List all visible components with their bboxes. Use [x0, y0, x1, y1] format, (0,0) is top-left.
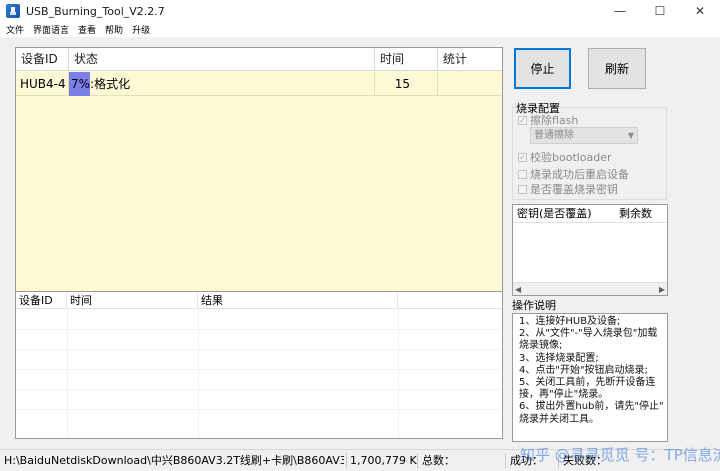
- cell-stats: [438, 72, 503, 96]
- instructions-panel: 操作说明 1、连接好HUB及设备; 2、从"文件"-"导入烧录包"加载 烧录镜像…: [512, 299, 670, 444]
- overwrite-key-label: 是否覆盖烧录密钥: [530, 183, 618, 196]
- status-text: 7%:格式化: [71, 77, 131, 91]
- log-table[interactable]: 设备ID 时间 结果: [15, 291, 503, 439]
- device-table-header: 设备ID 状态 时间 统计: [16, 48, 502, 71]
- key-list-header: 密钥(是否覆盖) 剩余数: [513, 205, 667, 223]
- menu-bar: 文件 界面语言 查看 帮助 升级: [0, 22, 720, 37]
- stop-button[interactable]: 停止: [514, 48, 571, 89]
- header-device-id[interactable]: 设备ID: [16, 48, 69, 71]
- grid-line: [16, 389, 502, 390]
- minimize-button[interactable]: —: [600, 0, 640, 22]
- erase-flash-label: 擦除flash: [530, 114, 579, 127]
- menu-file[interactable]: 文件: [6, 23, 24, 36]
- title-bar: USB_Burning_Tool_V2.2.7 — ☐ ✕: [0, 0, 720, 22]
- scroll-left-icon[interactable]: ◀: [515, 283, 521, 296]
- grid-line: [16, 369, 502, 370]
- checkmark-icon: ✓: [518, 115, 527, 125]
- header-time[interactable]: 时间: [375, 48, 438, 71]
- verify-bootloader-label: 校验bootloader: [530, 151, 612, 164]
- checkbox-box: [518, 169, 527, 179]
- app-icon: [6, 4, 20, 18]
- instruction-line: 烧录并关闭工具。: [519, 413, 599, 425]
- erase-flash-checkbox[interactable]: ✓ 擦除flash: [518, 112, 578, 128]
- chevron-down-icon: ▼: [627, 131, 634, 140]
- instructions-box[interactable]: 1、连接好HUB及设备; 2、从"文件"-"导入烧录包"加载 烧录镜像; 3、选…: [512, 313, 668, 442]
- reboot-label: 烧录成功后重启设备: [530, 168, 629, 181]
- device-table[interactable]: 设备ID 状态 时间 统计 HUB4-4 7%:格式化 15: [15, 47, 503, 320]
- status-total: 总数：: [422, 454, 455, 467]
- instruction-line: 1、连接好HUB及设备;: [519, 316, 621, 327]
- header-key[interactable]: 密钥(是否覆盖): [513, 205, 592, 223]
- header-log-device-id[interactable]: 设备ID: [16, 292, 67, 309]
- menu-upgrade[interactable]: 升级: [132, 23, 150, 36]
- maximize-button[interactable]: ☐: [640, 0, 680, 22]
- key-list[interactable]: 密钥(是否覆盖) 剩余数 ◀ ▶: [512, 204, 668, 296]
- grid-line: [16, 329, 502, 330]
- burn-config-group: 烧录配置 ✓ 擦除flash 普通擦除 ▼ ✓ 校验bootloader 烧录成…: [510, 100, 670, 200]
- header-stats[interactable]: 统计: [438, 48, 503, 71]
- checkmark-icon: ✓: [518, 152, 527, 162]
- header-remaining[interactable]: 剩余数: [615, 205, 652, 223]
- watermark-text: 知乎 @寻寻觅觅 号：TP信息流: [520, 446, 720, 464]
- status-separator: [417, 453, 418, 468]
- header-log-result[interactable]: 结果: [198, 292, 398, 309]
- refresh-button[interactable]: 刷新: [588, 48, 646, 89]
- client-area: 设备ID 状态 时间 统计 HUB4-4 7%:格式化 15 停止 刷新 烧录配…: [0, 37, 720, 449]
- instructions-title: 操作说明: [512, 299, 556, 312]
- erase-mode-value: 普通擦除: [534, 130, 574, 141]
- instruction-line: 5、关闭工具前，先断开设备连: [519, 377, 656, 389]
- grid-line: [16, 409, 502, 410]
- instruction-line: 6、拔出外置hub前，请先"停止": [519, 401, 664, 413]
- menu-language[interactable]: 界面语言: [33, 23, 69, 36]
- menu-view[interactable]: 查看: [78, 23, 96, 36]
- cell-device-id: HUB4-4: [16, 72, 69, 96]
- verify-bootloader-checkbox[interactable]: ✓ 校验bootloader: [518, 149, 612, 165]
- horizontal-scrollbar[interactable]: ◀ ▶: [513, 282, 667, 295]
- status-path: H:\BaiduNetdiskDownload\中兴B860AV3.2T线刷+卡…: [4, 454, 344, 467]
- instruction-line: 2、从"文件"-"导入烧录包"加载: [519, 328, 658, 340]
- instruction-line: 3、选择烧录配置;: [519, 352, 599, 364]
- instruction-line: 接，再"停止"烧录。: [519, 389, 609, 401]
- status-separator: [346, 453, 347, 468]
- checkbox-box: [518, 184, 527, 194]
- log-table-header: 设备ID 时间 结果: [16, 292, 502, 309]
- menu-help[interactable]: 帮助: [105, 23, 123, 36]
- window-title: USB_Burning_Tool_V2.2.7: [26, 4, 165, 18]
- cell-time: 15: [375, 72, 438, 96]
- reboot-after-success-checkbox[interactable]: 烧录成功后重启设备: [518, 166, 629, 182]
- header-status[interactable]: 状态: [69, 48, 375, 71]
- overwrite-key-checkbox[interactable]: 是否覆盖烧录密钥: [518, 181, 618, 197]
- status-size: 1,700,779 KB: [350, 454, 418, 467]
- scroll-right-icon[interactable]: ▶: [659, 283, 665, 296]
- instruction-line: 4、点击"开始"按钮启动烧录;: [519, 364, 648, 376]
- close-button[interactable]: ✕: [680, 0, 720, 22]
- cell-status: 7%:格式化: [69, 72, 375, 96]
- table-row[interactable]: HUB4-4 7%:格式化 15: [16, 72, 502, 96]
- header-log-time[interactable]: 时间: [67, 292, 198, 309]
- instruction-line: 烧录镜像;: [519, 340, 563, 352]
- status-separator: [505, 453, 506, 468]
- erase-mode-select[interactable]: 普通擦除 ▼: [530, 127, 638, 144]
- grid-line: [16, 349, 502, 350]
